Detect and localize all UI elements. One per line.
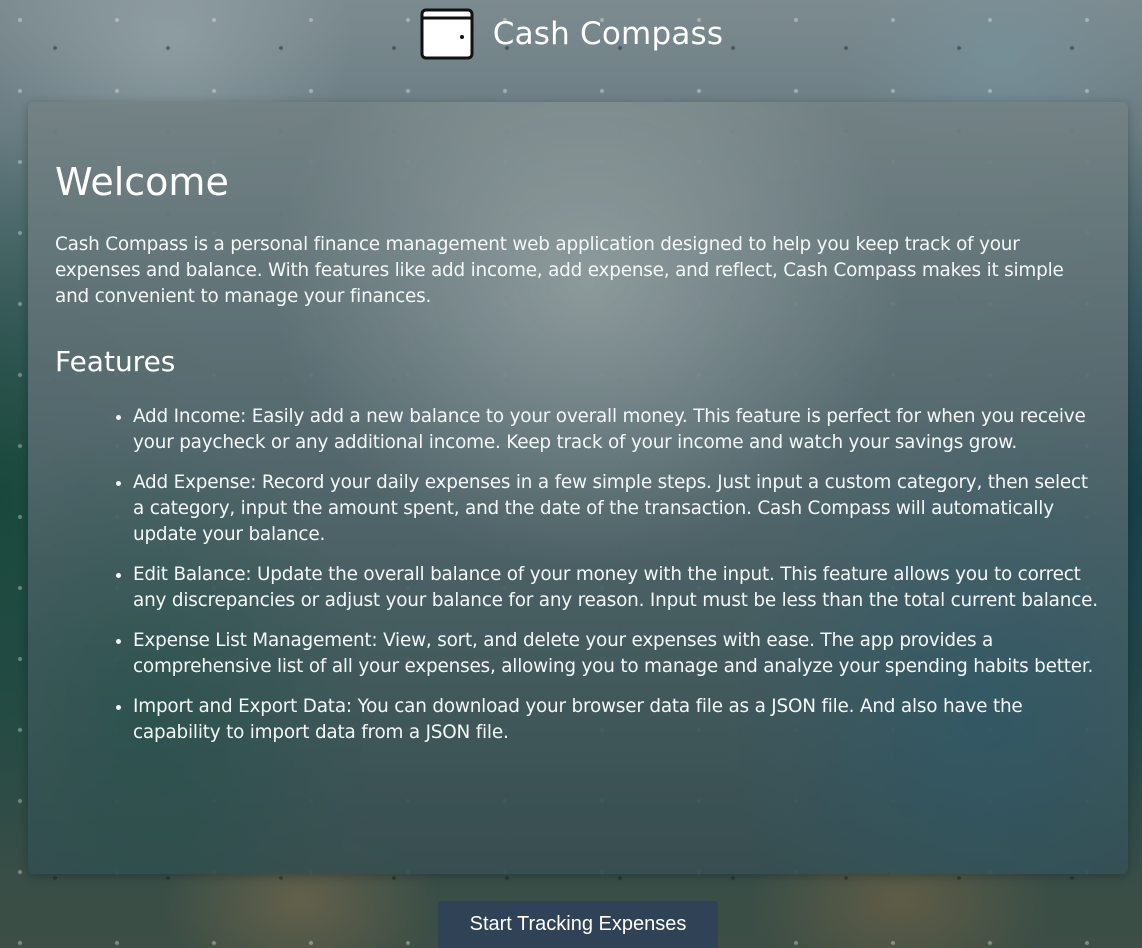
feature-item-import-export: Import and Export Data: You can download…: [133, 694, 1100, 746]
feature-item-add-expense: Add Expense: Record your daily expenses …: [133, 470, 1100, 548]
feature-item-add-income: Add Income: Easily add a new balance to …: [133, 404, 1100, 456]
wallet-icon: [419, 8, 475, 60]
intro-paragraph: Cash Compass is a personal finance manag…: [55, 234, 1064, 307]
app-title: Cash Compass: [492, 16, 724, 52]
feature-item-expense-list: Expense List Management: View, sort, and…: [133, 628, 1100, 680]
welcome-heading: Welcome: [55, 160, 229, 204]
app-header: Cash Compass: [0, 0, 1142, 68]
welcome-panel: Welcome Cash Compass is a personal finan…: [28, 102, 1128, 874]
feature-item-edit-balance: Edit Balance: Update the overall balance…: [133, 562, 1100, 614]
features-heading: Features: [55, 345, 176, 378]
features-list: Add Income: Easily add a new balance to …: [55, 404, 1100, 746]
start-tracking-button[interactable]: Start Tracking Expenses: [438, 901, 718, 948]
